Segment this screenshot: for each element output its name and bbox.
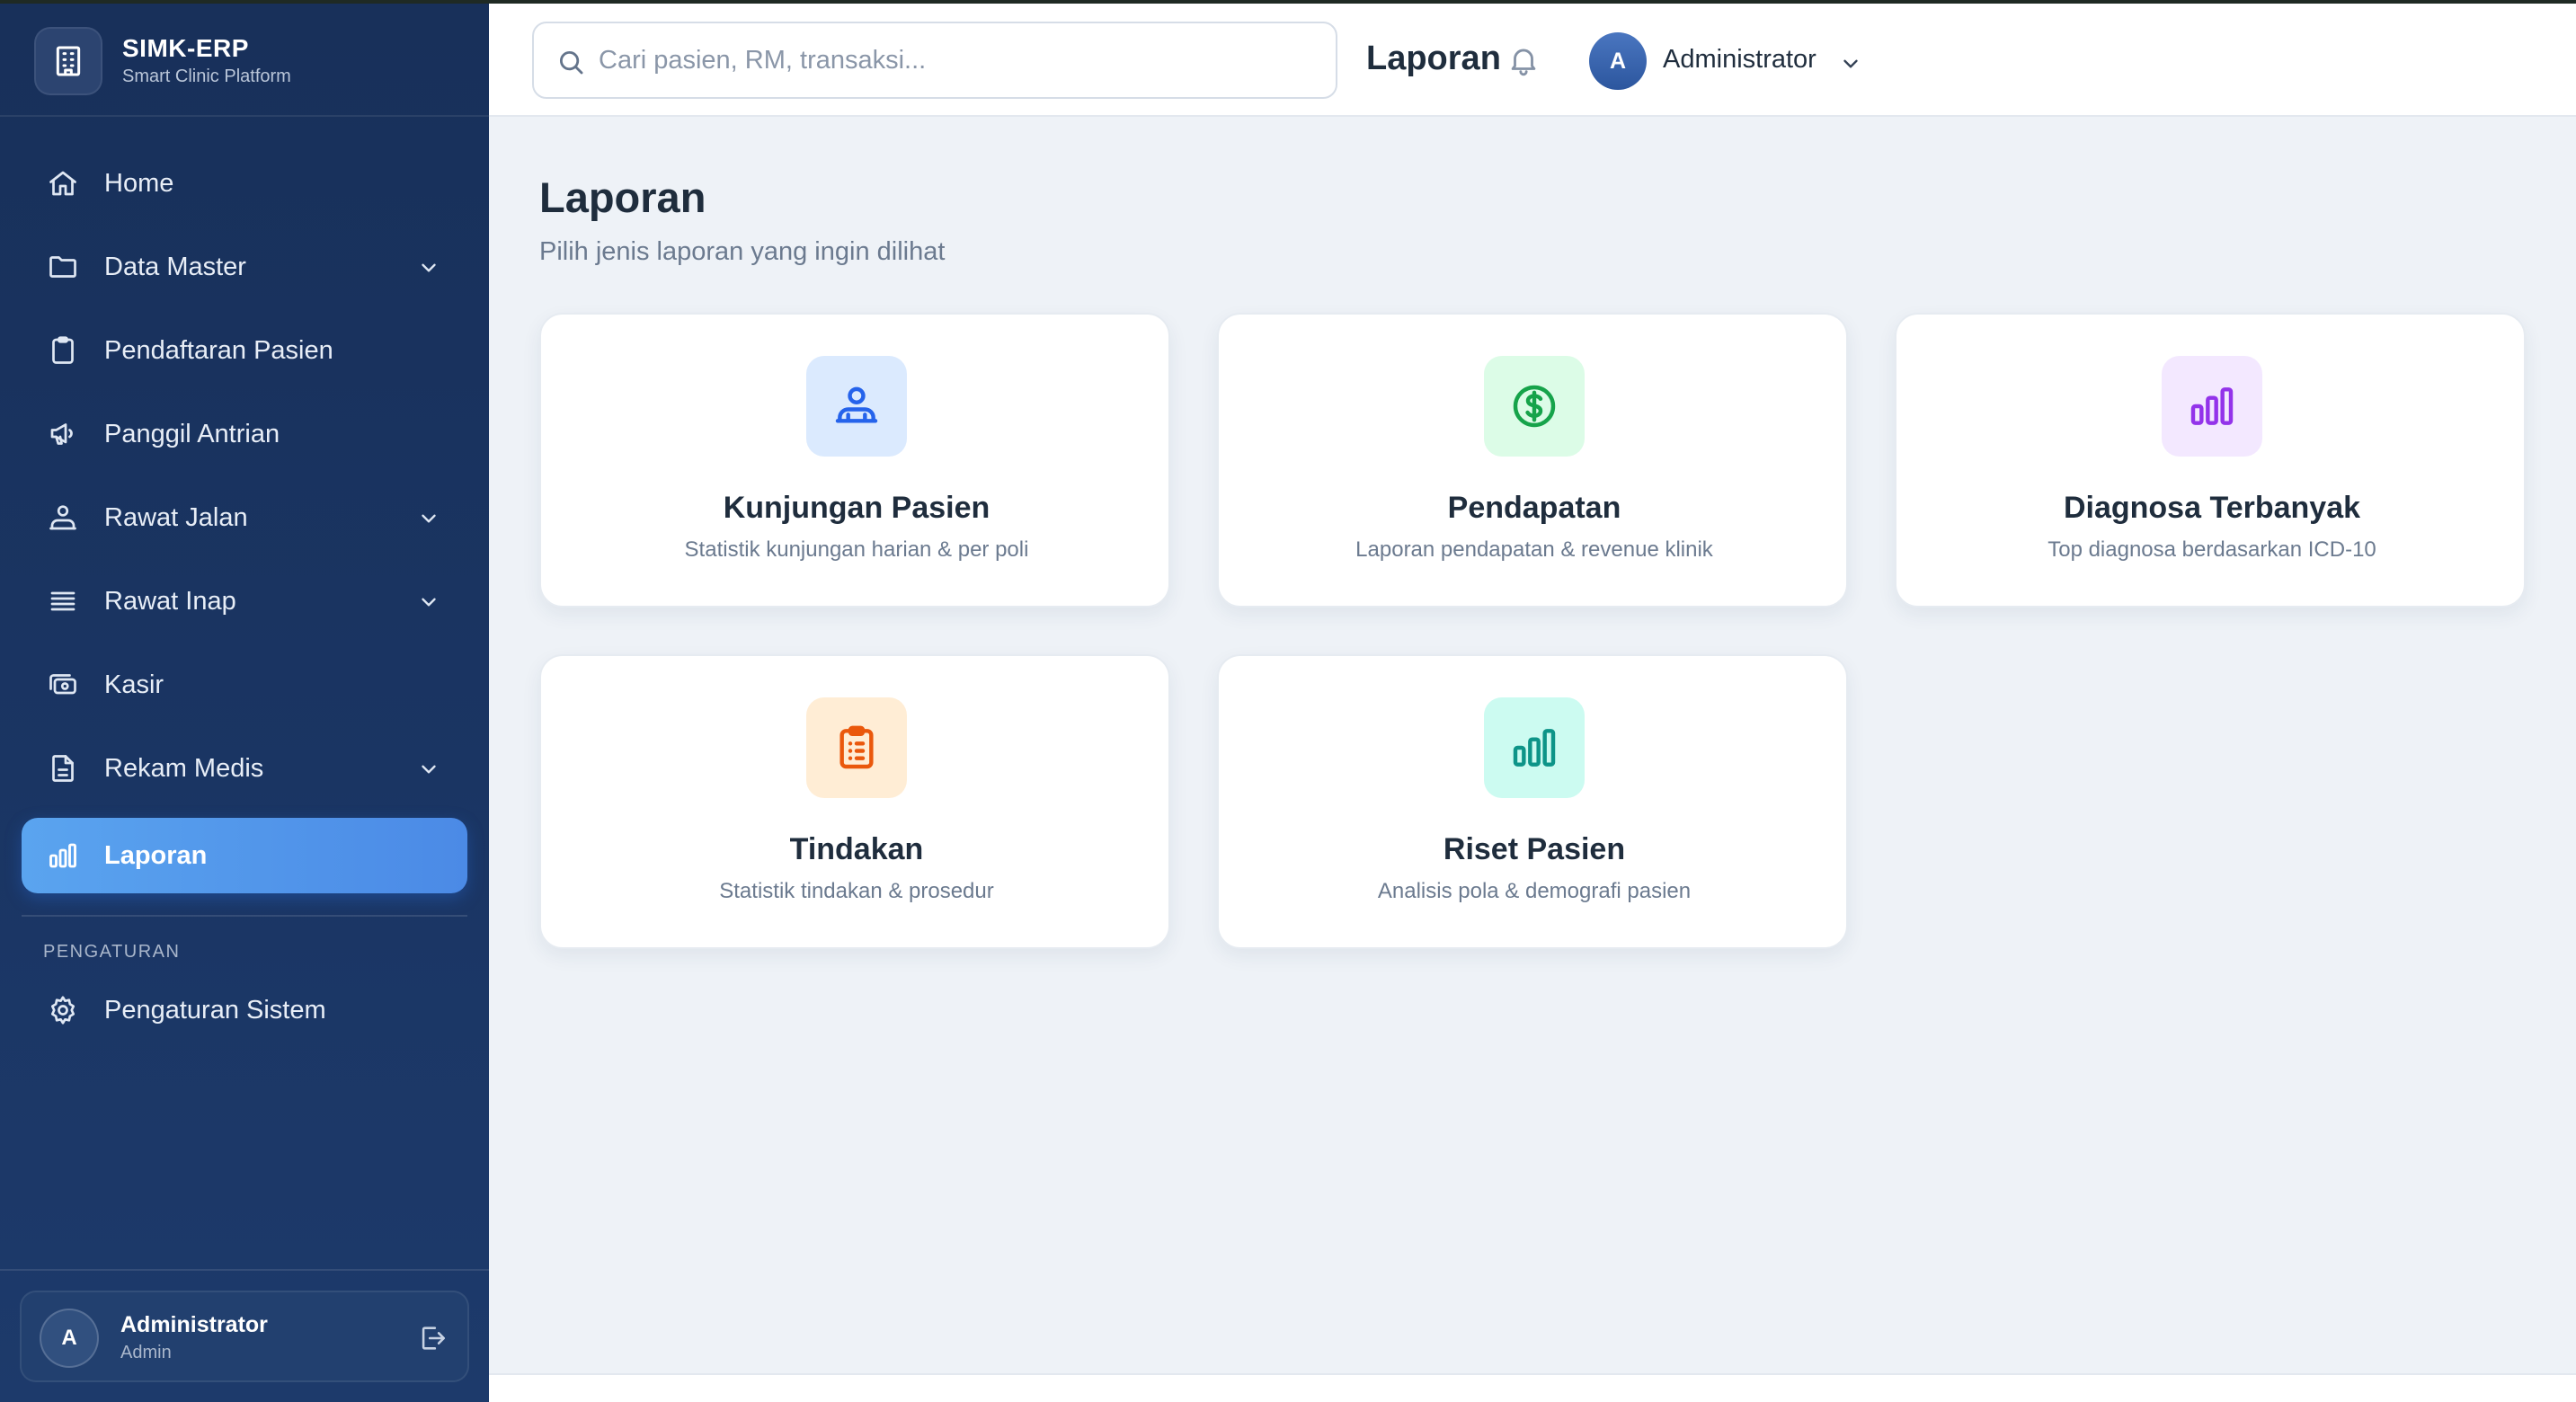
search-input[interactable]: [599, 38, 1318, 83]
sidebar-item-label: Panggil Antrian: [104, 419, 280, 448]
card-title: Kunjungan Pasien: [723, 491, 990, 525]
section-label-pengaturan: PENGATURAN: [43, 942, 181, 962]
sidebar-item-data-master[interactable]: Data Master: [22, 229, 467, 305]
top-header: Laporan A Administrator: [489, 4, 2576, 117]
search-icon: [559, 50, 583, 75]
avatar[interactable]: A: [1589, 32, 1647, 90]
report-card-kunjungan-pasien[interactable]: Kunjungan Pasien Statistik kunjungan har…: [539, 313, 1170, 608]
icon-tile: [2162, 356, 2262, 457]
sidebar-item-label: Rawat Jalan: [104, 502, 248, 532]
card-description: Analisis pola & demografi pasien: [1377, 879, 1692, 903]
report-card-pendapatan[interactable]: Pendapatan Laporan pendapatan & revenue …: [1217, 313, 1848, 608]
chevron-down-icon[interactable]: [417, 758, 440, 781]
bar-chart-icon: [1513, 729, 1556, 767]
card-description: Statistik kunjungan harian & per poli: [684, 537, 1029, 562]
card-description: Laporan pendapatan & revenue klinik: [1355, 537, 1713, 562]
sidebar-item-rawat-jalan[interactable]: Rawat Jalan: [22, 480, 467, 555]
folder-icon: [49, 256, 76, 278]
card-title: Riset Pasien: [1443, 832, 1626, 866]
logout-icon[interactable]: [417, 1323, 448, 1353]
building-icon[interactable]: [34, 27, 102, 95]
page-title: Laporan: [539, 173, 706, 221]
top-accent-line: [0, 0, 2576, 4]
footer-bar: [489, 1373, 2576, 1402]
sidebar-item-pendaftaran-pasien[interactable]: Pendaftaran Pasien: [22, 313, 467, 388]
list-icon: [50, 591, 76, 611]
chevron-down-icon[interactable]: [417, 507, 440, 530]
sidebar-item-pengaturan-sistem[interactable]: Pengaturan Sistem: [22, 972, 467, 1048]
sidebar-item-label: Pengaturan Sistem: [104, 995, 326, 1025]
document-icon: [52, 755, 74, 782]
bar-chart-icon: [49, 843, 76, 868]
sidebar: SIMK-ERP Smart Clinic Platform Home Data…: [0, 0, 489, 1402]
sidebar-item-label: Laporan: [104, 840, 208, 870]
card-description: Top diagnosa berdasarkan ICD-10: [2047, 537, 2376, 562]
card-description: Statistik tindakan & prosedur: [719, 879, 994, 903]
sidebar-item-panggil-antrian[interactable]: Panggil Antrian: [22, 396, 467, 472]
user-name: Administrator: [120, 1312, 268, 1337]
card-title: Tindakan: [789, 832, 924, 866]
sidebar-item-rekam-medis[interactable]: Rekam Medis: [22, 731, 467, 806]
sidebar-item-kasir[interactable]: Kasir: [22, 647, 467, 723]
chevron-down-icon[interactable]: [417, 256, 440, 280]
brand-title: SIMK-ERP: [122, 34, 249, 62]
clipboard-icon: [52, 336, 74, 364]
main-content: Laporan Pilih jenis laporan yang ingin d…: [489, 117, 2576, 1375]
report-card-diagnosa-terbanyak[interactable]: Diagnosa Terbanyak Top diagnosa berdasar…: [1895, 313, 2526, 608]
icon-tile: [1484, 356, 1585, 457]
user-role: Admin: [120, 1343, 172, 1362]
megaphone-icon: [50, 423, 73, 445]
chevron-down-icon[interactable]: [1839, 52, 1862, 75]
cash-icon: [49, 674, 76, 695]
sidebar-user-card: A Administrator Admin: [20, 1291, 469, 1382]
report-card-tindakan[interactable]: Tindakan Statistik tindakan & prosedur: [539, 654, 1170, 949]
sidebar-item-label: Kasir: [104, 670, 164, 699]
sidebar-item-label: Data Master: [104, 252, 246, 281]
sidebar-item-laporan[interactable]: Laporan: [22, 818, 467, 893]
home-icon: [49, 171, 76, 196]
card-title: Diagnosa Terbanyak: [2063, 491, 2361, 525]
gear-icon: [50, 996, 76, 1025]
page-subtitle: Pilih jenis laporan yang ingin dilihat: [539, 237, 946, 266]
sidebar-item-label: Home: [104, 168, 174, 198]
sidebar-item-rawat-inap[interactable]: Rawat Inap: [22, 563, 467, 639]
sidebar-item-home[interactable]: Home: [22, 146, 467, 221]
sidebar-item-label: Rawat Inap: [104, 586, 236, 616]
sidebar-item-label: Pendaftaran Pasien: [104, 335, 333, 365]
userbox-divider: [0, 1269, 489, 1271]
icon-tile: [806, 697, 907, 798]
report-card-riset-pasien[interactable]: Riset Pasien Analisis pola & demografi p…: [1217, 654, 1848, 949]
brand-subtitle: Smart Clinic Platform: [122, 67, 291, 86]
chevron-down-icon[interactable]: [417, 590, 440, 614]
icon-tile: [806, 356, 907, 457]
patient-icon: [835, 386, 878, 423]
search-box[interactable]: [532, 22, 1337, 99]
header-user-name[interactable]: Administrator: [1663, 45, 1817, 75]
icon-tile: [1484, 697, 1585, 798]
avatar: A: [40, 1309, 99, 1368]
clipboard-list-icon: [839, 725, 874, 769]
bar-chart-icon: [2190, 387, 2234, 425]
card-title: Pendapatan: [1447, 491, 1621, 525]
bell-icon[interactable]: [1506, 43, 1541, 77]
header-title: Laporan: [1366, 40, 1501, 77]
dollar-icon: [1513, 385, 1556, 428]
sidebar-item-label: Rekam Medis: [104, 753, 264, 783]
sidebar-divider: [22, 915, 467, 917]
brand-header: SIMK-ERP Smart Clinic Platform: [0, 0, 489, 117]
user-icon: [49, 505, 76, 530]
